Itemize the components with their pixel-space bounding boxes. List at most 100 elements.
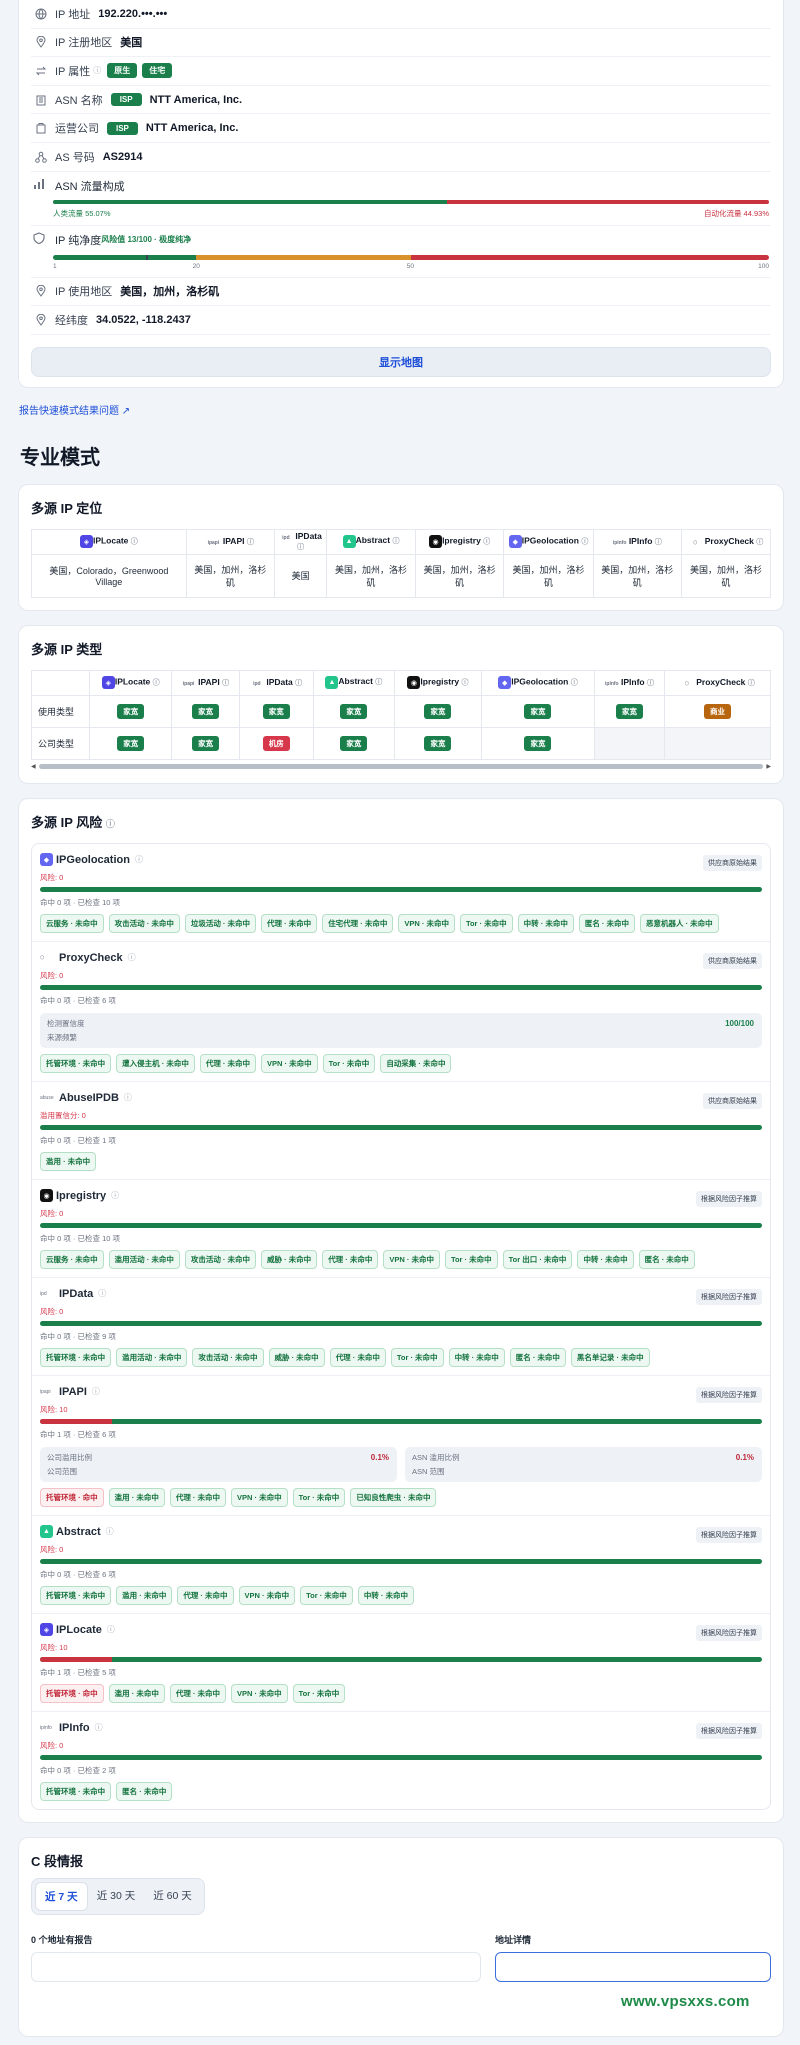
info-icon: ⓘ xyxy=(111,1191,120,1201)
report-issue-link[interactable]: 报告快速模式结果问题 ↗ xyxy=(19,402,800,417)
provider-header: ◉ Ipregistry ⓘ xyxy=(414,528,505,555)
provider-name: AbuseIPDB xyxy=(59,1091,119,1104)
ipdata-logo-icon: ipd xyxy=(282,535,290,542)
risk-score: 滥用置信分: 0 xyxy=(40,1110,86,1120)
info-box: 检测置信度 来源频繁 100/100 xyxy=(40,1012,762,1048)
basic-row: IP 属性 ⓘ 原生 住宅 xyxy=(31,57,771,86)
risk-factor-chip: 托管环境 · 未命中 xyxy=(40,1053,112,1073)
risk-factor-chip: 滥用 · 未命中 xyxy=(108,1683,165,1703)
basic-row: AS 号码 AS2914 xyxy=(31,143,771,172)
risk-list: ◆ IPGeolocation ⓘ 供应商原始结果 风险: 0 命中 0 项 · 已… xyxy=(31,842,771,1810)
risk-factor-chip: 托管环境 · 未命中 xyxy=(40,1781,112,1801)
risk-score: 风险: 0 xyxy=(40,970,64,980)
bar-chart-icon xyxy=(33,178,49,193)
type-cell: 家宽 xyxy=(171,726,240,760)
type-row: 使用类型 家宽 家宽 家宽 家宽 家宽 家宽 家宽 商业 xyxy=(31,694,771,728)
geo-cell: 美国，Colorado，Greenwood Village xyxy=(31,553,187,598)
tab-range[interactable]: 近 7 天 xyxy=(35,1881,88,1911)
ipgeolocation-logo-icon: ◆ xyxy=(508,535,522,549)
provider-name: ProxyCheck xyxy=(696,677,746,688)
type-badge: 家宽 xyxy=(340,735,368,751)
abstract-logo-icon: ▲ xyxy=(342,535,356,549)
type-badge: 家宽 xyxy=(192,735,220,751)
ipgeolocation-logo-icon: ◆ xyxy=(40,853,53,867)
source-badge: 根据风险因子推算 xyxy=(696,1624,762,1641)
risk-factor-chip: 中转 · 未命中 xyxy=(448,1347,505,1367)
risk-factor-chip: VPN · 未命中 xyxy=(398,913,455,933)
risk-factor-chip: 云服务 · 未命中 xyxy=(40,1249,104,1269)
coords-value: 34.0522, -118.2437 xyxy=(96,313,191,326)
risk-factor-chip: VPN · 未命中 xyxy=(231,1683,288,1703)
risk-score: 风险: 0 xyxy=(40,1208,64,1218)
proxycheck-logo-icon: ⬡ xyxy=(684,681,689,688)
ipregistry-logo-icon: ◉ xyxy=(40,1189,53,1203)
risk-factor-chip: 代理 · 未命中 xyxy=(199,1053,257,1073)
type-row-label: 使用类型 xyxy=(31,694,90,728)
purity-marker xyxy=(146,254,149,260)
info-box-sublabel: 来源频繁 xyxy=(47,1032,77,1042)
provider-header: ipapi IPAPI ⓘ xyxy=(171,669,240,696)
attr-tag: 原生 xyxy=(107,63,138,79)
geo-cell: 美国，加州，洛杉矶 xyxy=(592,553,682,598)
provider-name: IPGeolocation xyxy=(521,535,579,546)
info-icon: ⓘ xyxy=(222,680,230,688)
tab-range[interactable]: 近 30 天 xyxy=(88,1882,145,1911)
type-cell: 家宽 xyxy=(393,726,483,760)
type-cell: 家宽 xyxy=(238,694,314,728)
provider-header: ipapi IPAPI ⓘ xyxy=(185,528,276,555)
isp-tag: ISP xyxy=(107,121,138,135)
ipinfo-logo-icon: ipinfo xyxy=(612,540,627,547)
info-icon: ⓘ xyxy=(106,1625,115,1635)
risk-provider-block: ipd IPData ⓘ 根据风险因子推算 风险: 0 命中 0 项 · 已检查 9… xyxy=(32,1278,770,1376)
ipapi-logo-icon: ipapi xyxy=(40,1388,51,1395)
risk-factor-chip: 黑名单记录 · 未命中 xyxy=(570,1347,650,1367)
info-icon: ⓘ xyxy=(134,855,143,865)
risk-factor-chip: 滥用 · 未命中 xyxy=(108,1487,165,1507)
provider-header: ◈ IPLocate ⓘ xyxy=(31,528,187,555)
type-cell: 商业 xyxy=(664,694,771,728)
geo-table: ◈ IPLocate ⓘ ipapi IPAPI ⓘ ipd IPData ⓘ ▲ Abstr… xyxy=(31,528,772,598)
provider-header: ▲ Abstract ⓘ xyxy=(326,528,416,555)
risk-factor-chip: 自动采集 · 未命中 xyxy=(380,1053,452,1073)
info-icon: ⓘ xyxy=(127,953,136,963)
geo-cell: 美国，加州，洛杉矶 xyxy=(503,553,594,598)
type-row-label: 公司类型 xyxy=(31,726,90,760)
risk-factor-chip: 代理 · 未命中 xyxy=(322,1249,379,1269)
address-detail-label: 地址详情 xyxy=(495,1934,532,1945)
ipinfo-logo-icon: ipinfo xyxy=(40,1724,52,1731)
type-badge: 家宽 xyxy=(424,735,452,751)
type-cell: 家宽 xyxy=(312,726,395,760)
info-box-label: 公司滥用比例 xyxy=(47,1452,92,1462)
basic-row: ASN 名称 ISP NTT America, Inc. xyxy=(31,86,771,115)
info-box-label: ASN 滥用比例 xyxy=(412,1452,460,1462)
company-icon xyxy=(33,120,49,136)
type-card: 多源 IP 类型 ◈ IPLocate ⓘ ipapi IPAPI ⓘ ipd IPDat… xyxy=(18,624,784,784)
show-map-button[interactable]: 显示地图 xyxy=(31,346,771,377)
risk-provider-block: ipinfo IPInfo ⓘ 根据风险因子推算 风险: 0 命中 0 项 · 已检… xyxy=(32,1712,770,1809)
risk-factor-chip: Tor 出口 · 未命中 xyxy=(502,1249,573,1269)
ipregistry-logo-icon: ◉ xyxy=(407,676,421,690)
address-list xyxy=(31,1951,481,1982)
risk-provider-block: ◆ IPGeolocation ⓘ 供应商原始结果 风险: 0 命中 0 项 · 已… xyxy=(32,844,770,942)
risk-factor-chip: 托管环境 · 命中 xyxy=(40,1487,104,1507)
risk-factor-chip: 滥用活动 · 未命中 xyxy=(108,1249,180,1269)
purity-tick: 20 xyxy=(192,262,200,270)
risk-bar xyxy=(40,1418,762,1424)
risk-title-text: 多源 IP 风险 xyxy=(31,814,103,830)
info-icon: ⓘ xyxy=(392,538,400,546)
purity-bar xyxy=(53,254,769,260)
ipgeolocation-logo-icon: ◆ xyxy=(498,676,512,690)
source-badge: 根据风险因子推算 xyxy=(696,1288,762,1305)
horizontal-scrollbar[interactable]: ◀ ▶ xyxy=(31,763,771,771)
info-box-sublabel: ASN 范围 xyxy=(412,1466,445,1476)
geo-cell: 美国 xyxy=(274,553,328,598)
provider-header: ⬡ ProxyCheck ⓘ xyxy=(680,528,772,555)
provider-name: Ipregistry xyxy=(56,1189,107,1202)
info-icon: ⓘ xyxy=(246,539,254,547)
tab-range[interactable]: 近 60 天 xyxy=(144,1882,201,1911)
abuseipdb-logo-icon: abuse xyxy=(40,1094,54,1101)
type-badge: 家宽 xyxy=(340,703,368,719)
type-cell: 家宽 xyxy=(312,694,395,728)
row-label: IP 注册地区 xyxy=(55,37,113,50)
risk-factor-chip: 攻击活动 · 未命中 xyxy=(108,913,180,933)
